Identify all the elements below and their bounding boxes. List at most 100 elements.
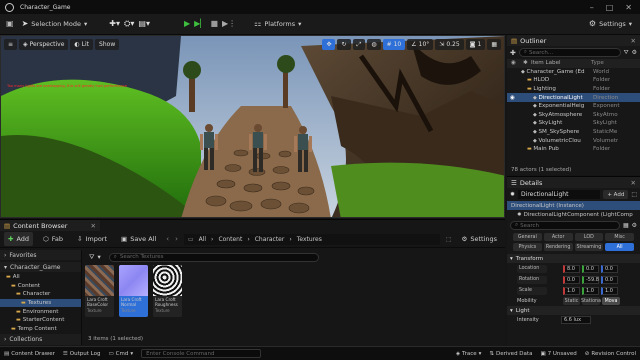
play-icon[interactable]: ▶ [184,20,190,28]
outliner-row[interactable]: ◆ SkyAtmosphere SkyAtmo [507,111,640,120]
scale-x-field[interactable]: 1.0 [563,286,580,295]
world-space-button[interactable]: ◍ [367,39,381,50]
rotation-y-field[interactable]: -59.8 [582,275,599,284]
scale-tool-button[interactable]: ⤢ [352,39,366,50]
filter-chip[interactable]: Actor [543,233,573,241]
settings-dropdown[interactable]: ⚙ Settings ▾ [585,17,636,31]
console-command-input[interactable]: Enter Console Command [141,349,262,358]
folder-tree-item[interactable]: ▬ All [0,273,81,282]
folder-tree-item[interactable]: ▬ Temp Content [0,325,81,334]
component-root[interactable]: DirectionalLight (Instance) [507,201,640,210]
outliner-search-input[interactable]: ⌕ Search... [518,48,621,57]
filter-chip[interactable]: LOD [574,233,604,241]
cinematics-icon[interactable]: ▤▾ [138,20,150,28]
minimize-icon[interactable]: – [590,3,594,12]
rotation-x-field[interactable]: 0.0 [563,275,580,284]
asset-search-input[interactable]: ⌕ Search Textures [108,252,319,262]
outliner-row[interactable]: ▬ HLOD Folder [507,76,640,85]
component-child[interactable]: ✹ DirectionalLightComponent (LightComp [507,210,640,219]
mobility-static[interactable]: Static [563,297,580,305]
add-actor-icon[interactable]: ✚▾ [109,20,120,28]
trace-button[interactable]: ◈ Trace ▾ [456,351,482,357]
source-control-icon[interactable]: ⬚ [446,236,452,243]
close-icon[interactable]: ✕ [631,37,636,45]
folder-tree-item[interactable]: ▬ Content [0,282,81,291]
filter-chip[interactable]: General [513,233,542,241]
blueprint-icon[interactable]: ⬚ [631,191,637,198]
favorites-header[interactable]: › Favorites [0,250,81,260]
outliner-tab[interactable]: ▤ Outliner ✕ [507,35,640,46]
stop-icon[interactable]: ■ [210,20,218,28]
scale-y-field[interactable]: 1.0 [582,286,599,295]
lit-button[interactable]: ◐ Lit [70,39,94,50]
forward-arrow-icon[interactable]: › [175,235,178,243]
asset-tile[interactable]: Lara Croft BaseColor Texture [85,265,114,317]
filter-chip[interactable]: Rendering [543,243,573,251]
add-button[interactable]: ✚ Add [4,232,34,246]
light-section[interactable]: ▾ Light [507,306,640,315]
scale-z-field[interactable]: 1.0 [601,286,618,295]
import-button[interactable]: ⇩ Import [73,232,111,246]
unsaved-button[interactable]: ▣ 7 Unsaved [540,351,576,357]
grid-snap-button[interactable]: #10 [382,39,406,50]
scale-snap-button[interactable]: ⇲ 0.25 [435,39,464,50]
location-mode-dropdown[interactable]: Location [517,264,547,273]
close-icon[interactable]: ✕ [631,179,636,187]
type-column[interactable]: Type [591,60,604,66]
filter-button[interactable]: ⛛ ▾ [85,253,105,262]
breadcrumb-content[interactable]: Content [218,236,242,243]
location-z-field[interactable]: 0.0 [601,264,618,273]
add-filter-icon[interactable]: ✚ [510,49,516,57]
content-browser-tab[interactable]: ▤ Content Browser ✕ [0,220,100,231]
play-mode-icon[interactable]: ▶⋮ [222,20,236,28]
outliner-row[interactable]: ◆ SM_SkySphere StaticMe [507,128,640,137]
actor-name-field[interactable]: DirectionalLight [518,190,601,199]
back-arrow-icon[interactable]: ‹ [166,235,169,243]
derived-data-button[interactable]: ⇅ Derived Data [489,351,532,357]
visibility-icon[interactable]: ◉ [507,95,521,101]
outliner-row[interactable]: ◆ VolumetricClou Volumetr [507,136,640,145]
outliner-row[interactable]: ◆ ExponentialHeig Exponent [507,102,640,111]
translate-tool-button[interactable]: ✥ [322,39,336,50]
scene-render[interactable] [1,36,505,218]
maximize-icon[interactable]: □ [606,3,614,12]
outliner-row[interactable]: ▬ Lighting Folder [507,85,640,94]
rotate-tool-button[interactable]: ↻ [337,39,351,50]
filter-chip[interactable]: Physics [513,243,542,251]
outliner-row[interactable]: ◆ Character_Game (Ed World [507,68,640,77]
filter-icon[interactable]: ⛛ [624,49,629,57]
gear-icon[interactable]: ⚙ [632,222,637,229]
project-root-header[interactable]: ▾ Character_Game [0,262,81,272]
breadcrumb-textures[interactable]: Textures [297,236,322,243]
show-button[interactable]: Show [95,39,120,50]
breadcrumb-all[interactable]: All [199,236,206,243]
rotation-z-field[interactable]: 0.0 [601,275,618,284]
gear-icon[interactable]: ⚙ [632,49,637,56]
location-x-field[interactable]: 8.0 [563,264,580,273]
folder-tree-item[interactable]: ▬ StarterContent [0,316,81,325]
output-log-button[interactable]: ☰ Output Log [63,351,101,357]
collections-header[interactable]: › Collections [0,334,81,345]
intensity-field[interactable]: 6.6 lux [561,315,591,324]
cmd-dropdown[interactable]: ▭ Cmd ▾ [108,351,133,357]
asset-tile[interactable]: Lara Croft Normal Texture [119,265,148,317]
fab-button[interactable]: ⬡ Fab [39,232,67,246]
revision-control-button[interactable]: ⊘ Revision Control [585,351,636,357]
folder-tree-item[interactable]: ▬ Textures [0,298,81,308]
details-tab[interactable]: ☰ Details ✕ [507,177,640,188]
platforms-dropdown[interactable]: ⚏ Platforms ▾ [250,17,305,31]
perspective-button[interactable]: ◈ Perspective [19,39,69,50]
step-icon[interactable]: ▶▏ [194,20,206,28]
filter-chip[interactable]: Streaming [574,243,604,251]
selection-mode-dropdown[interactable]: ➤ Selection Mode ▾ [18,17,92,31]
save-all-button[interactable]: ▣ Save All [117,232,160,246]
details-search-input[interactable]: ⌕ Search [510,221,620,230]
content-settings-button[interactable]: ⚙ Settings [458,232,502,246]
save-icon[interactable]: ▣ [6,20,14,28]
content-drawer-button[interactable]: ▤ Content Drawer [4,351,55,357]
rotation-mode-dropdown[interactable]: Rotation [517,275,547,284]
folder-tree-item[interactable]: ▬ Environment [0,307,81,316]
grid-view-icon[interactable]: ▦ [623,222,629,229]
outliner-row[interactable]: ▬ Main Pub Folder [507,145,640,154]
mobility-movable[interactable]: Mova [602,297,620,305]
